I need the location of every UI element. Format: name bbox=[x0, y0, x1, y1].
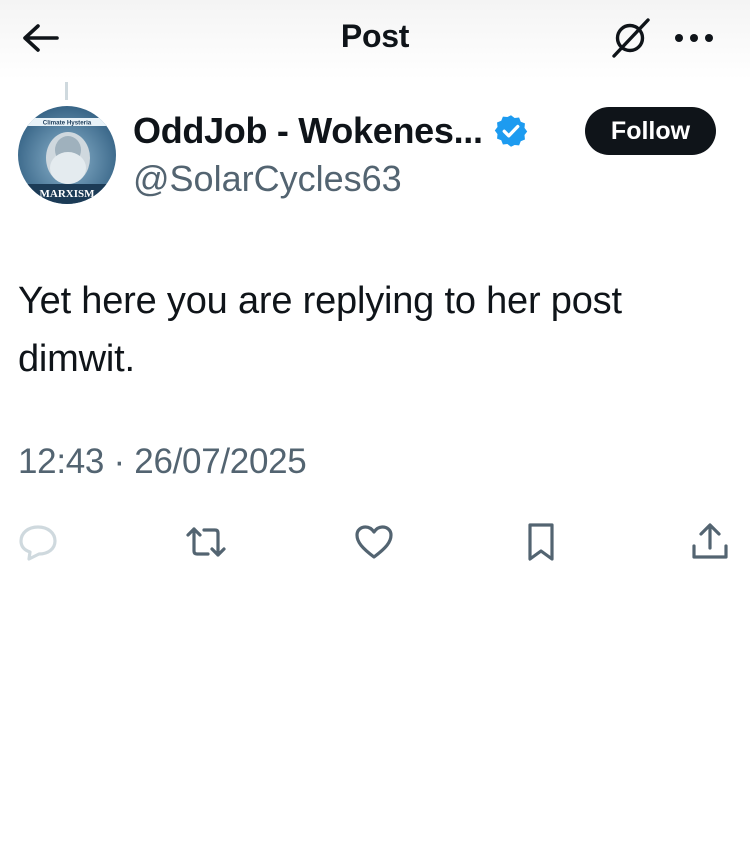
reply-icon bbox=[19, 525, 57, 561]
bookmark-icon bbox=[528, 523, 554, 561]
grok-button[interactable] bbox=[606, 15, 654, 61]
avatar[interactable]: Climate Hysteria MARXISM bbox=[18, 106, 116, 204]
grok-icon bbox=[612, 18, 650, 58]
reply-button[interactable] bbox=[16, 520, 60, 564]
author-handle[interactable]: @SolarCycles63 bbox=[133, 158, 402, 200]
post-timestamp[interactable]: 12:43 · 26/07/2025 bbox=[18, 442, 307, 482]
heart-icon bbox=[355, 525, 393, 559]
avatar-banner-text: Climate Hysteria bbox=[43, 120, 92, 127]
verified-badge-icon bbox=[494, 115, 527, 147]
thread-connector bbox=[65, 82, 68, 100]
more-horizontal-icon bbox=[675, 34, 713, 42]
repost-icon bbox=[186, 527, 226, 557]
follow-button[interactable]: Follow bbox=[585, 107, 716, 155]
more-options-button[interactable] bbox=[668, 20, 720, 56]
share-button[interactable] bbox=[688, 520, 732, 564]
author-display-name[interactable]: OddJob - Wokenes... bbox=[133, 110, 483, 152]
avatar-bottom-text: MARXISM bbox=[40, 188, 96, 200]
share-icon bbox=[692, 523, 728, 559]
repost-button[interactable] bbox=[184, 520, 228, 564]
avatar-image: Climate Hysteria MARXISM bbox=[18, 106, 116, 204]
like-button[interactable] bbox=[352, 520, 396, 564]
author-name-row: OddJob - Wokenes... bbox=[133, 108, 529, 154]
post-text: Yet here you are replying to her post di… bbox=[18, 280, 622, 380]
top-app-bar: Post bbox=[0, 0, 750, 80]
bookmark-button[interactable] bbox=[519, 520, 563, 564]
